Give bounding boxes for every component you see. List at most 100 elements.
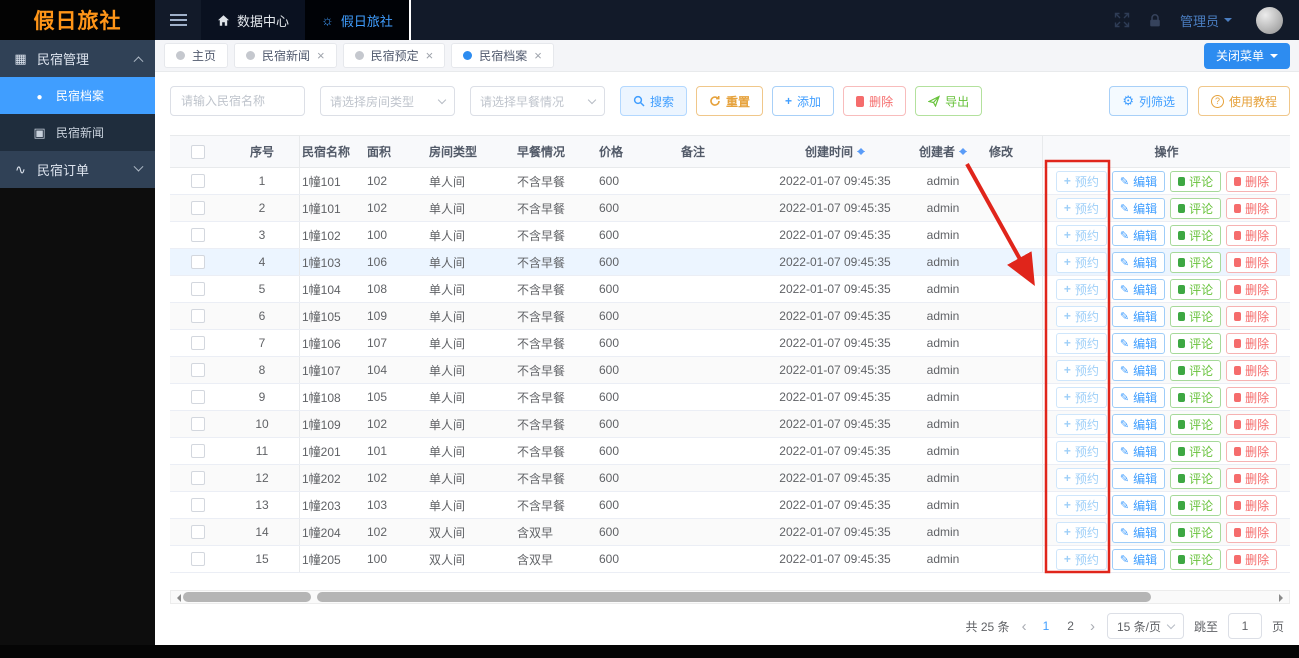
breakfast-select[interactable]: 请选择早餐情况	[470, 86, 605, 116]
reserve-button[interactable]: 预约	[1055, 305, 1107, 327]
table-row[interactable]: 4 1幢103 106 单人间 不含早餐 600 2022-01-07 09:4…	[170, 249, 1290, 276]
sidebar-item-homestay-news[interactable]: 民宿新闻	[0, 114, 155, 151]
reserve-button[interactable]: 预约	[1055, 251, 1107, 273]
row-checkbox[interactable]	[190, 390, 205, 404]
select-all-checkbox[interactable]	[190, 144, 205, 159]
edit-button[interactable]: 编辑	[1111, 170, 1166, 192]
close-icon[interactable]	[317, 48, 325, 63]
row-delete-button[interactable]: 删除	[1226, 224, 1278, 246]
close-menu-button[interactable]: 关闭菜单	[1203, 42, 1290, 69]
add-button[interactable]: 添加	[772, 86, 835, 116]
row-checkbox[interactable]	[190, 525, 205, 539]
reserve-button[interactable]: 预约	[1055, 278, 1107, 300]
comment-button[interactable]: 评论	[1170, 170, 1222, 192]
row-checkbox[interactable]	[190, 498, 205, 512]
next-page-button[interactable]: ›	[1088, 618, 1097, 635]
tab-homestay-news[interactable]: 民宿新闻	[234, 43, 337, 68]
jump-page-input[interactable]	[1227, 613, 1262, 639]
edit-button[interactable]: 编辑	[1111, 332, 1166, 354]
page-size-select[interactable]: 15 条/页	[1106, 613, 1184, 639]
scrollbar-thumb[interactable]	[317, 592, 1151, 602]
row-delete-button[interactable]: 删除	[1226, 332, 1278, 354]
row-delete-button[interactable]: 删除	[1226, 386, 1278, 408]
edit-button[interactable]: 编辑	[1111, 197, 1166, 219]
page-number-2[interactable]: 2	[1063, 619, 1078, 633]
edit-button[interactable]: 编辑	[1111, 359, 1166, 381]
page-number-1[interactable]: 1	[1039, 619, 1054, 633]
row-delete-button[interactable]: 删除	[1226, 413, 1278, 435]
lock-icon[interactable]	[1148, 13, 1162, 28]
header-cell-creator[interactable]: 创建者	[899, 136, 987, 167]
row-checkbox[interactable]	[190, 363, 205, 377]
column-filter-button[interactable]: 列筛选	[1109, 86, 1188, 116]
row-checkbox[interactable]	[190, 174, 205, 188]
header-cell-created-time[interactable]: 创建时间	[771, 136, 899, 167]
topnav-item-datacenter[interactable]: 数据中心	[201, 0, 306, 40]
reserve-button[interactable]: 预约	[1055, 332, 1107, 354]
comment-button[interactable]: 评论	[1170, 305, 1222, 327]
edit-button[interactable]: 编辑	[1111, 413, 1166, 435]
table-row[interactable]: 1 1幢101 102 单人间 不含早餐 600 2022-01-07 09:4…	[170, 168, 1290, 195]
user-menu[interactable]: 管理员	[1180, 11, 1232, 30]
comment-button[interactable]: 评论	[1170, 251, 1222, 273]
comment-button[interactable]: 评论	[1170, 332, 1222, 354]
search-button[interactable]: 搜索	[620, 86, 688, 116]
table-row[interactable]: 6 1幢105 109 单人间 不含早餐 600 2022-01-07 09:4…	[170, 303, 1290, 330]
reserve-button[interactable]: 预约	[1055, 359, 1107, 381]
sort-icon[interactable]	[857, 144, 865, 159]
row-delete-button[interactable]: 删除	[1226, 548, 1278, 570]
table-row[interactable]: 9 1幢108 105 单人间 不含早餐 600 2022-01-07 09:4…	[170, 384, 1290, 411]
reserve-button[interactable]: 预约	[1055, 521, 1107, 543]
row-delete-button[interactable]: 删除	[1226, 521, 1278, 543]
row-delete-button[interactable]: 删除	[1226, 359, 1278, 381]
edit-button[interactable]: 编辑	[1111, 305, 1166, 327]
comment-button[interactable]: 评论	[1170, 197, 1222, 219]
export-button[interactable]: 导出	[915, 86, 983, 116]
sidebar-item-homestay-archive[interactable]: 民宿档案	[0, 77, 155, 114]
row-delete-button[interactable]: 删除	[1226, 251, 1278, 273]
table-row[interactable]: 11 1幢201 101 单人间 不含早餐 600 2022-01-07 09:…	[170, 438, 1290, 465]
table-row[interactable]: 3 1幢102 100 单人间 不含早餐 600 2022-01-07 09:4…	[170, 222, 1290, 249]
delete-button[interactable]: 删除	[843, 86, 907, 116]
edit-button[interactable]: 编辑	[1111, 278, 1166, 300]
comment-button[interactable]: 评论	[1170, 467, 1222, 489]
close-icon[interactable]	[426, 48, 434, 63]
table-row[interactable]: 10 1幢109 102 单人间 不含早餐 600 2022-01-07 09:…	[170, 411, 1290, 438]
row-delete-button[interactable]: 删除	[1226, 305, 1278, 327]
fullscreen-icon[interactable]	[1114, 12, 1130, 28]
row-checkbox[interactable]	[190, 201, 205, 215]
comment-button[interactable]: 评论	[1170, 359, 1222, 381]
comment-button[interactable]: 评论	[1170, 413, 1222, 435]
comment-button[interactable]: 评论	[1170, 224, 1222, 246]
edit-button[interactable]: 编辑	[1111, 224, 1166, 246]
edit-button[interactable]: 编辑	[1111, 467, 1166, 489]
comment-button[interactable]: 评论	[1170, 521, 1222, 543]
tab-home[interactable]: 主页	[164, 43, 229, 68]
sidebar-item-homestay-management[interactable]: 民宿管理	[0, 40, 155, 77]
table-row[interactable]: 13 1幢203 103 单人间 不含早餐 600 2022-01-07 09:…	[170, 492, 1290, 519]
table-row[interactable]: 15 1幢205 100 双人间 含双早 600 2022-01-07 09:4…	[170, 546, 1290, 573]
homestay-name-input[interactable]	[170, 86, 305, 116]
reserve-button[interactable]: 预约	[1055, 170, 1107, 192]
scrollbar-thumb[interactable]	[183, 592, 311, 602]
reserve-button[interactable]: 预约	[1055, 224, 1107, 246]
row-delete-button[interactable]: 删除	[1226, 494, 1278, 516]
comment-button[interactable]: 评论	[1170, 440, 1222, 462]
row-delete-button[interactable]: 删除	[1226, 170, 1278, 192]
row-checkbox[interactable]	[190, 309, 205, 323]
row-delete-button[interactable]: 删除	[1226, 278, 1278, 300]
reserve-button[interactable]: 预约	[1055, 386, 1107, 408]
edit-button[interactable]: 编辑	[1111, 548, 1166, 570]
row-checkbox[interactable]	[190, 228, 205, 242]
table-row[interactable]: 5 1幢104 108 单人间 不含早餐 600 2022-01-07 09:4…	[170, 276, 1290, 303]
room-type-select[interactable]: 请选择房间类型	[320, 86, 455, 116]
avatar[interactable]	[1256, 6, 1283, 34]
row-checkbox[interactable]	[190, 552, 205, 566]
table-row[interactable]: 14 1幢204 102 双人间 含双早 600 2022-01-07 09:4…	[170, 519, 1290, 546]
row-checkbox[interactable]	[190, 255, 205, 269]
close-icon[interactable]	[534, 48, 542, 63]
edit-button[interactable]: 编辑	[1111, 521, 1166, 543]
comment-button[interactable]: 评论	[1170, 278, 1222, 300]
table-row[interactable]: 2 1幢101 102 单人间 不含早餐 600 2022-01-07 09:4…	[170, 195, 1290, 222]
sidebar-toggle-button[interactable]	[155, 0, 201, 40]
